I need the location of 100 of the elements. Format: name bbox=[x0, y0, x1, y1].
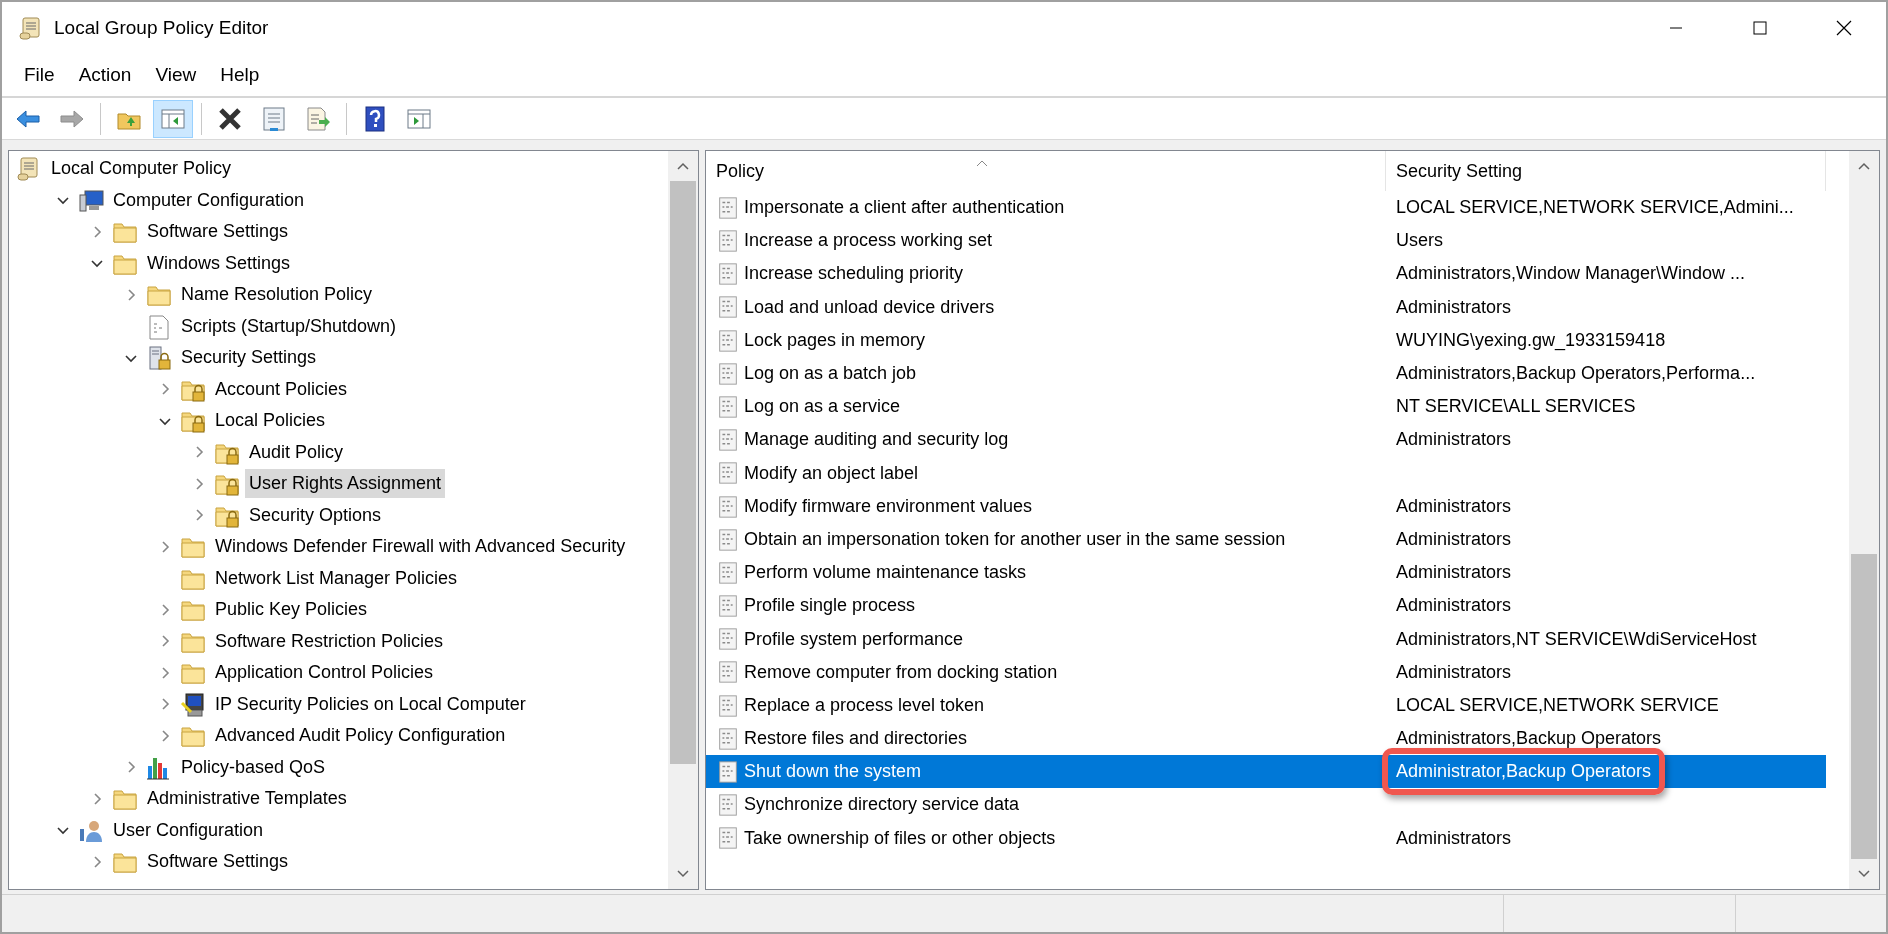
column-header[interactable]: Security Setting bbox=[1386, 151, 1826, 191]
policy-name: Replace a process level token bbox=[744, 693, 985, 717]
policy-document-icon bbox=[716, 593, 740, 620]
menu-item[interactable]: Help bbox=[208, 58, 272, 92]
expand-chevron-icon[interactable] bbox=[125, 288, 137, 301]
policy-row[interactable]: Manage auditing and security log Administrators bbox=[706, 423, 1826, 457]
tree-item[interactable]: User Configuration bbox=[109, 815, 268, 845]
scroll-up-icon[interactable] bbox=[1858, 162, 1870, 170]
menu-item[interactable]: File bbox=[12, 58, 67, 92]
policy-document-icon bbox=[716, 692, 740, 719]
expand-chevron-icon[interactable] bbox=[159, 635, 171, 648]
policy-row[interactable]: Modify an object label bbox=[706, 456, 1826, 490]
policy-row[interactable]: Synchronize directory service data bbox=[706, 788, 1826, 822]
scroll-thumb[interactable] bbox=[1851, 553, 1877, 859]
scroll-down-icon[interactable] bbox=[1858, 870, 1870, 878]
menu-item[interactable]: View bbox=[143, 58, 209, 92]
tree-item[interactable]: Local Computer Policy bbox=[47, 154, 236, 184]
tree-item[interactable]: Local Policies bbox=[211, 406, 330, 436]
policy-row[interactable]: Log on as a batch job Administrators,Backup Operators,Performa... bbox=[706, 356, 1826, 391]
tree-item[interactable]: Name Resolution Policy bbox=[177, 280, 377, 310]
scroll-thumb[interactable] bbox=[670, 181, 696, 765]
expand-chevron-icon[interactable] bbox=[159, 383, 171, 396]
policy-name: Obtain an impersonation token for another user in the same session bbox=[744, 527, 1286, 551]
policy-row[interactable]: Load and unload device drivers Administrators bbox=[706, 290, 1826, 324]
policy-row[interactable]: Log on as a service NT SERVICE\ALL SERVICES bbox=[706, 390, 1826, 424]
tree-item[interactable]: Windows Settings bbox=[143, 248, 295, 278]
policy-row[interactable]: Shut down the system Administrator,Backup Operators bbox=[706, 755, 1826, 789]
tree-item[interactable]: Policy-based QoS bbox=[177, 752, 330, 782]
tree-item[interactable]: Public Key Policies bbox=[211, 595, 372, 625]
tree-item[interactable]: Software Restriction Policies bbox=[211, 626, 448, 656]
policy-document-icon bbox=[716, 427, 740, 454]
expand-chevron-icon[interactable] bbox=[91, 225, 103, 238]
tree-item[interactable]: Account Policies bbox=[211, 374, 352, 404]
scroll-down-icon[interactable] bbox=[677, 870, 689, 878]
security-setting: Administrators bbox=[1396, 528, 1512, 549]
tree-item[interactable]: Security Settings bbox=[177, 343, 321, 373]
policy-row[interactable]: Remove computer from docking station Administrators bbox=[706, 655, 1826, 689]
policy-row[interactable]: Profile system performance Administrators,NT SERVICE\WdiServiceHost bbox=[706, 622, 1826, 656]
tree-item[interactable]: Scripts (Startup/Shutdown) bbox=[177, 311, 401, 341]
policy-document-icon bbox=[716, 825, 740, 852]
tree-item[interactable]: Security Options bbox=[245, 500, 386, 530]
collapse-chevron-icon[interactable] bbox=[57, 824, 69, 837]
policy-name: Shut down the system bbox=[744, 760, 922, 784]
tree-item[interactable]: User Rights Assignment bbox=[245, 469, 446, 499]
policy-name: Load and unload device drivers bbox=[744, 295, 995, 319]
policy-row[interactable]: Replace a process level token LOCAL SERVICE,NETWORK SERVICE bbox=[706, 688, 1826, 722]
security-setting: Administrators bbox=[1396, 296, 1512, 317]
expand-chevron-icon[interactable] bbox=[193, 446, 205, 459]
policy-document-icon bbox=[716, 559, 740, 586]
tree-item[interactable]: Network List Manager Policies bbox=[211, 563, 462, 593]
tree-item[interactable]: Windows Defender Firewall with Advanced Security bbox=[211, 532, 630, 562]
collapse-chevron-icon[interactable] bbox=[91, 257, 103, 270]
policy-row[interactable]: Obtain an impersonation token for another user in the same session Administrators bbox=[706, 522, 1826, 557]
policy-row[interactable]: Impersonate a client after authentication LOCAL SERVICE,NETWORK SERVICE,Admini... bbox=[706, 191, 1826, 225]
policy-document-icon bbox=[716, 659, 740, 686]
expand-chevron-icon[interactable] bbox=[193, 509, 205, 522]
tree-item[interactable]: Advanced Audit Policy Configuration bbox=[211, 721, 510, 751]
policy-row[interactable]: Lock pages in memory WUYING\yexing.gw_1933159418 bbox=[706, 323, 1826, 357]
policy-name: Impersonate a client after authentication bbox=[744, 196, 1065, 220]
expand-chevron-icon[interactable] bbox=[91, 855, 103, 868]
expand-chevron-icon[interactable] bbox=[159, 698, 171, 711]
menu-item[interactable]: Action bbox=[66, 58, 144, 92]
security-setting: Administrators,NT SERVICE\WdiServiceHost bbox=[1396, 628, 1757, 649]
collapse-chevron-icon[interactable] bbox=[57, 194, 69, 207]
tree-item[interactable]: Administrative Templates bbox=[143, 784, 351, 814]
scrollbar[interactable] bbox=[1849, 151, 1879, 889]
security-setting: Administrators,Backup Operators bbox=[1396, 728, 1662, 749]
computer-key-icon bbox=[179, 690, 207, 719]
policy-row[interactable]: Take ownership of files or other objects Administrators bbox=[706, 821, 1826, 855]
security-setting: Users bbox=[1396, 230, 1443, 251]
policy-row[interactable]: Profile single process Administrators bbox=[706, 589, 1826, 623]
expand-chevron-icon[interactable] bbox=[159, 666, 171, 679]
policy-row[interactable]: Increase scheduling priority Administrators,Window Manager\Window ... bbox=[706, 257, 1826, 291]
expand-chevron-icon[interactable] bbox=[125, 761, 137, 774]
tree-item[interactable]: Software Settings bbox=[143, 847, 293, 877]
security-setting: Administrators bbox=[1396, 827, 1512, 848]
scroll-up-icon[interactable] bbox=[677, 162, 689, 170]
expand-chevron-icon[interactable] bbox=[159, 729, 171, 742]
tree-pane-button[interactable] bbox=[153, 99, 193, 138]
tree-item[interactable]: Audit Policy bbox=[245, 437, 348, 467]
policy-name: Profile single process bbox=[744, 594, 916, 618]
expand-chevron-icon[interactable] bbox=[193, 477, 205, 490]
tree-item[interactable]: Software Settings bbox=[143, 217, 293, 247]
policy-row[interactable]: Increase a process working set Users bbox=[706, 224, 1826, 258]
policy-document-icon bbox=[716, 194, 740, 221]
security-setting: Administrators bbox=[1396, 495, 1512, 516]
policy-row[interactable]: Restore files and directories Administrators,Backup Operators bbox=[706, 722, 1826, 756]
security-setting: Administrators bbox=[1396, 562, 1512, 583]
expand-chevron-icon[interactable] bbox=[159, 540, 171, 553]
policy-row[interactable]: Perform volume maintenance tasks Administrators bbox=[706, 556, 1826, 590]
tree-item[interactable]: Computer Configuration bbox=[109, 185, 309, 215]
expand-chevron-icon[interactable] bbox=[159, 603, 171, 616]
scrollbar[interactable] bbox=[668, 151, 698, 889]
policy-row[interactable]: Modify firmware environment values Administrators bbox=[706, 489, 1826, 523]
expand-chevron-icon[interactable] bbox=[91, 792, 103, 805]
column-header[interactable]: Policy bbox=[706, 151, 1386, 191]
tree-item[interactable]: Application Control Policies bbox=[211, 658, 438, 688]
policy-name: Log on as a batch job bbox=[744, 362, 917, 386]
tree-item[interactable]: IP Security Policies on Local Computer bbox=[211, 689, 530, 719]
maximize-icon bbox=[1753, 21, 1767, 35]
